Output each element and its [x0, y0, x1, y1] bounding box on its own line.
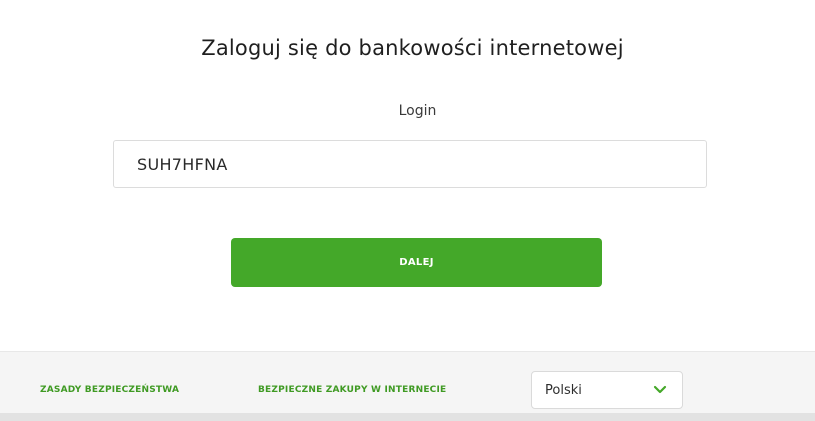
language-select[interactable]: Polski	[531, 371, 683, 409]
login-panel: Zaloguj się do bankowości internetowej L…	[0, 0, 815, 350]
next-button[interactable]: DALEJ	[231, 238, 602, 287]
page-title: Zaloguj się do bankowości internetowej	[201, 36, 624, 60]
footer-divider	[0, 413, 815, 421]
footer-bar: ZASADY BEZPIECZEŃSTWA BEZPIECZNE ZAKUPY …	[0, 351, 815, 416]
login-field-label: Login	[398, 103, 437, 119]
login-input[interactable]	[113, 140, 707, 188]
safe-shopping-link[interactable]: BEZPIECZNE ZAKUPY W INTERNECIE	[258, 385, 446, 395]
language-selected-value: Polski	[545, 383, 582, 398]
chevron-down-icon	[653, 385, 667, 394]
security-rules-link[interactable]: ZASADY BEZPIECZEŃSTWA	[40, 385, 179, 395]
